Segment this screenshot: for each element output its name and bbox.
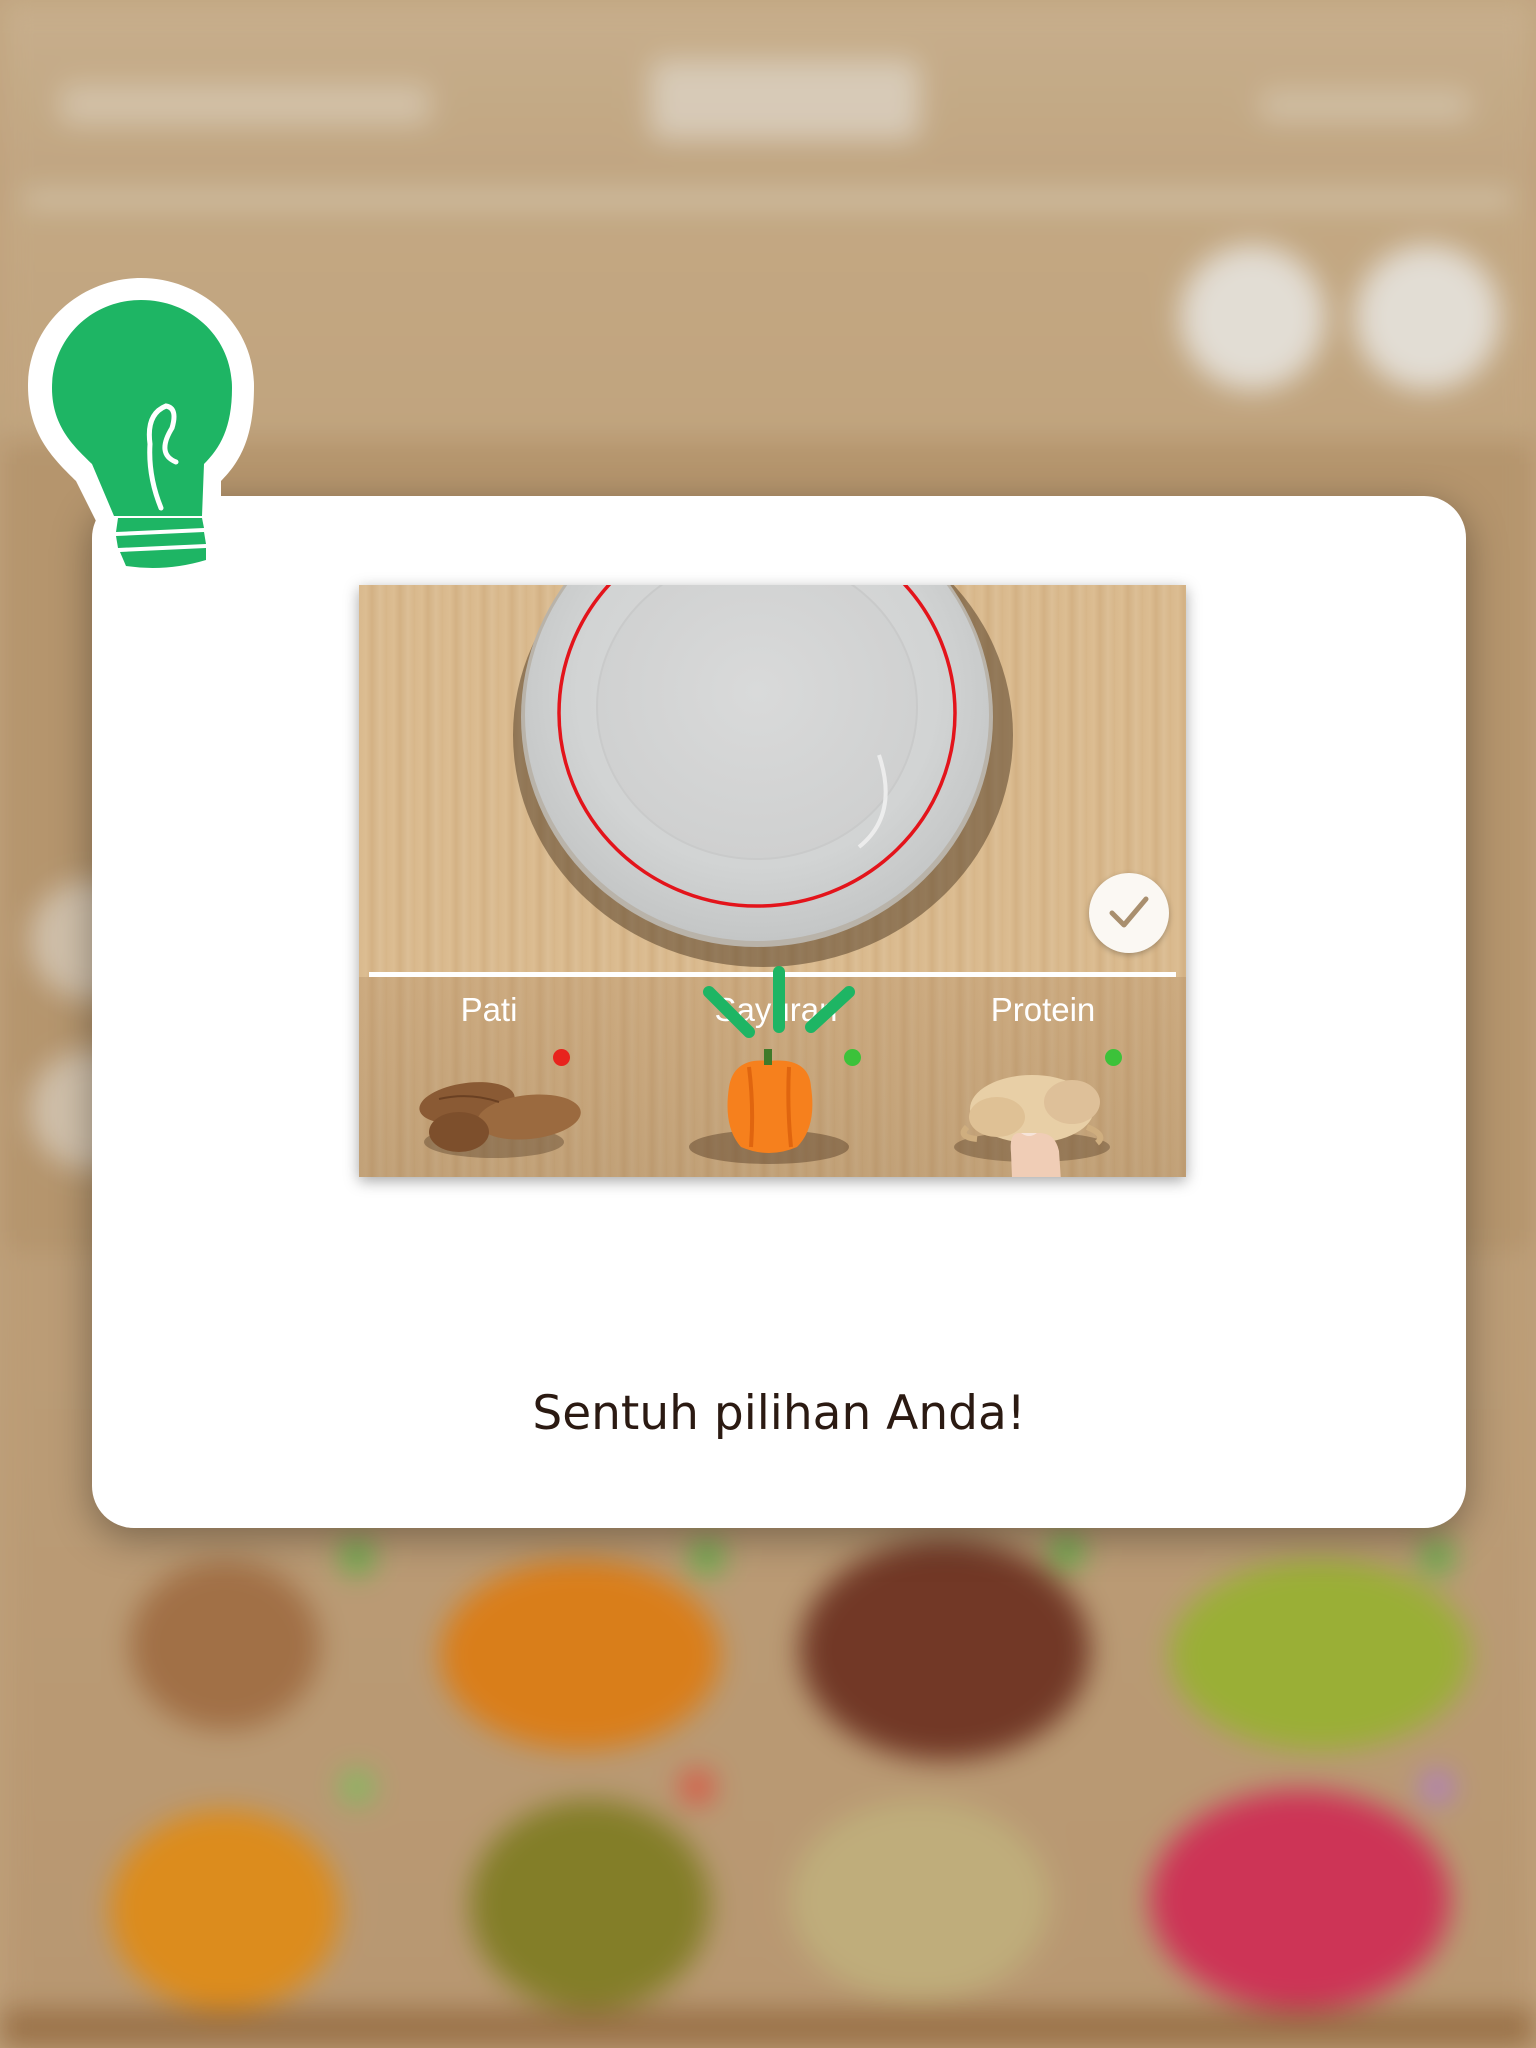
category-option-sayuran[interactable] (679, 1047, 869, 1167)
table-top (359, 585, 1186, 972)
tap-indicator-lines (703, 966, 855, 1038)
category-dot-pati (553, 1049, 570, 1066)
category-label-protein: Protein (990, 991, 1096, 1028)
confirm-button[interactable] (1089, 873, 1169, 953)
category-label-pati: Pati (460, 991, 518, 1028)
check-icon (1109, 896, 1149, 928)
tutorial-illustration: Pati Sayuran (359, 585, 1186, 1177)
plate (513, 585, 1013, 967)
tutorial-dialog: Pati Sayuran (92, 496, 1466, 1528)
bell-pepper-image (689, 1049, 849, 1164)
lightbulb-icon (28, 278, 254, 576)
instruction-text: Sentuh pilihan Anda! (532, 1386, 1026, 1441)
pointing-hand-image (1010, 1133, 1061, 1177)
category-dot-protein (1105, 1049, 1122, 1066)
